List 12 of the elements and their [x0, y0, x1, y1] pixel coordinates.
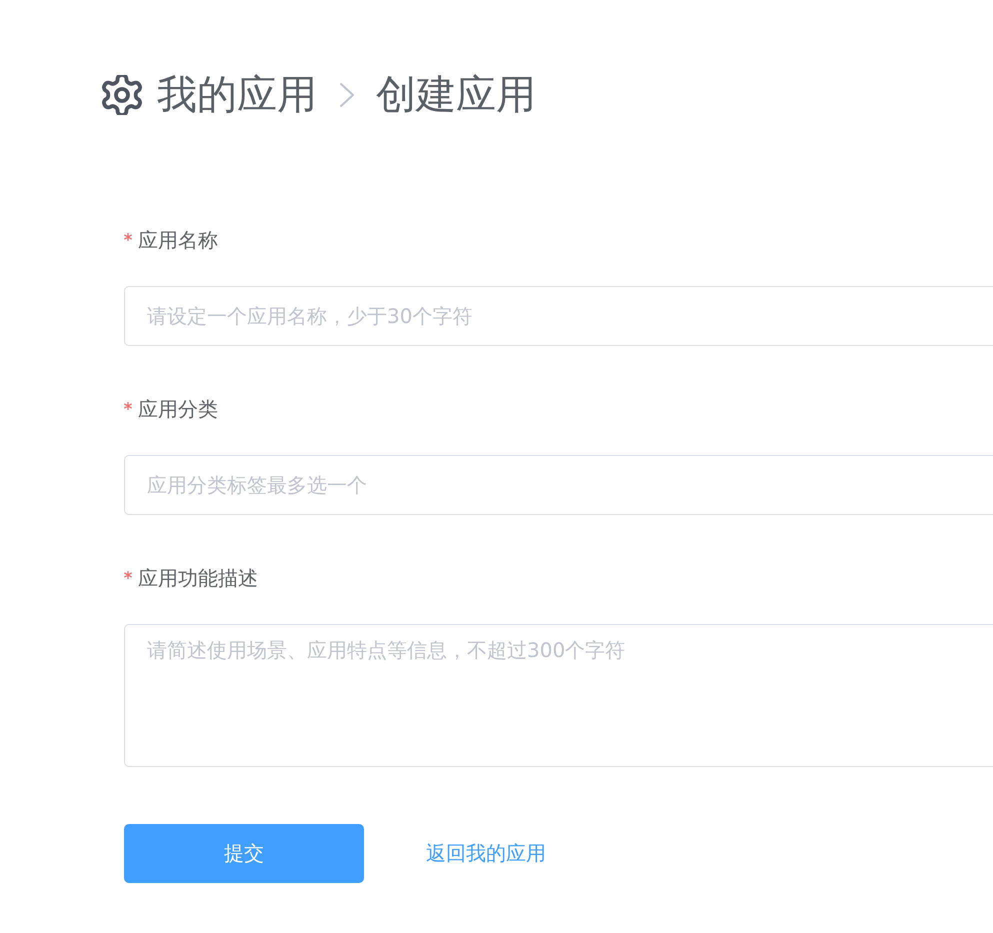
chevron-right-icon	[339, 80, 355, 110]
field-label: 应用名称	[138, 228, 218, 252]
gear-icon	[102, 75, 142, 115]
input-field[interactable]: 请设定一个应用名称，少于30个字符	[124, 286, 993, 346]
back-link[interactable]: 返回我的应用	[426, 840, 546, 867]
page-title: 创建应用	[376, 71, 536, 120]
textarea-field[interactable]: 请简述使用场景、应用特点等信息，不超过300个字符	[124, 624, 993, 767]
field-label: 应用分类	[138, 397, 218, 421]
breadcrumb-link[interactable]: 我的应用	[157, 70, 317, 120]
submit-button[interactable]: 提交	[124, 824, 364, 883]
input-field[interactable]: 应用分类标签最多选一个	[124, 455, 993, 515]
field-label: 应用功能描述	[138, 566, 258, 590]
